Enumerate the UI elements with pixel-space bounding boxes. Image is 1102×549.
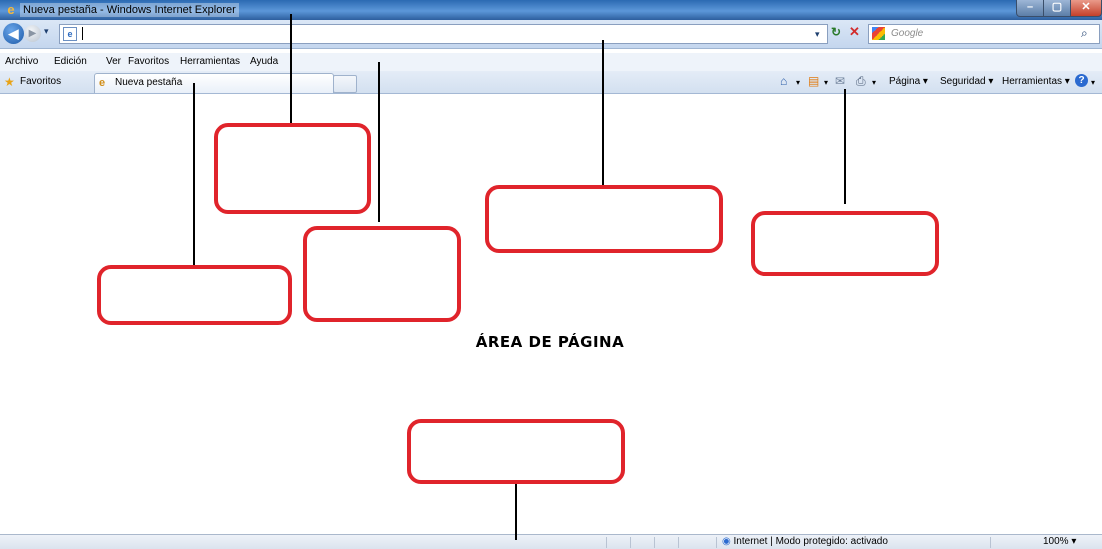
- leader-line-title: [290, 14, 292, 124]
- favorites-star-icon[interactable]: ★: [4, 75, 15, 89]
- menu-herramientas[interactable]: Herramientas: [180, 56, 240, 67]
- close-button[interactable]: ✕: [1070, 0, 1102, 17]
- search-input[interactable]: Google ⌕: [868, 24, 1100, 44]
- leader-line-commands: [844, 89, 846, 204]
- safety-menu-button[interactable]: Seguridad ▾: [940, 76, 993, 87]
- callout-box-menu-bar: [303, 226, 461, 322]
- tab-nueva-pestana[interactable]: e Nueva pestaña: [94, 73, 334, 93]
- maximize-button[interactable]: ▢: [1043, 0, 1071, 17]
- status-divider: [678, 537, 679, 548]
- back-button[interactable]: ◀: [3, 23, 24, 44]
- recent-pages-dropdown[interactable]: ▾: [44, 26, 49, 37]
- status-bar: ◉ Internet | Modo protegido: activado 10…: [0, 534, 1102, 549]
- tab-label: Nueva pestaña: [115, 77, 183, 88]
- home-dropdown-icon[interactable]: ▾: [796, 78, 800, 87]
- menu-bar: Archivo Edición Ver Favoritos Herramient…: [0, 53, 1102, 71]
- home-icon[interactable]: ⌂: [780, 74, 787, 88]
- status-divider: [630, 537, 631, 548]
- callout-box-address-bar: [485, 185, 723, 253]
- forward-button[interactable]: ▶: [24, 25, 41, 42]
- feeds-icon[interactable]: ▤: [808, 74, 819, 88]
- leader-line-status: [515, 484, 517, 540]
- minimize-button[interactable]: –: [1016, 0, 1044, 17]
- callout-box-command-bar: [751, 211, 939, 276]
- help-icon[interactable]: ?: [1075, 74, 1088, 87]
- page-menu-button[interactable]: Página ▾: [889, 76, 928, 87]
- refresh-icon[interactable]: ↻: [831, 25, 841, 39]
- google-logo-icon: [872, 27, 885, 40]
- print-dropdown-icon[interactable]: ▾: [872, 78, 876, 87]
- status-divider: [716, 537, 717, 548]
- page-area-label: ÁREA DE PÁGINA: [475, 333, 625, 351]
- search-placeholder: Google: [891, 28, 924, 39]
- help-dropdown-icon[interactable]: ▾: [1091, 78, 1095, 87]
- menu-favoritos[interactable]: Favoritos: [128, 56, 169, 67]
- leader-line-menu: [378, 62, 380, 222]
- search-icon[interactable]: ⌕: [1081, 26, 1088, 41]
- feeds-dropdown-icon[interactable]: ▾: [824, 78, 828, 87]
- address-bar[interactable]: e: [59, 24, 828, 44]
- print-icon[interactable]: ⎙: [856, 74, 866, 89]
- ie-logo-icon: e: [7, 2, 15, 17]
- navigation-bar: ◀ ▶ ▾ e ▾ ↻ ✕ Google ⌕: [0, 20, 1102, 49]
- window-title: Nueva pestaña - Windows Internet Explore…: [20, 3, 239, 17]
- menu-archivo[interactable]: Archivo: [5, 56, 38, 67]
- leader-line-address: [602, 40, 604, 186]
- security-zone[interactable]: ◉ Internet | Modo protegido: activado: [722, 536, 888, 547]
- callout-box-title-bar: [214, 123, 371, 214]
- mail-icon[interactable]: ✉: [835, 74, 845, 88]
- menu-edicion[interactable]: Edición: [54, 56, 87, 67]
- leader-line-favorites: [193, 83, 195, 266]
- tab-ie-icon: e: [99, 77, 106, 89]
- menu-ayuda[interactable]: Ayuda: [250, 56, 278, 67]
- new-tab-button[interactable]: [333, 75, 357, 93]
- globe-icon: ◉: [722, 536, 731, 547]
- stop-icon[interactable]: ✕: [849, 24, 860, 40]
- status-divider: [990, 537, 991, 548]
- zoom-level[interactable]: 100% ▾: [1043, 536, 1076, 547]
- callout-box-status-bar: [407, 419, 625, 484]
- title-bar: e Nueva pestaña - Windows Internet Explo…: [0, 0, 1102, 20]
- tools-menu-button[interactable]: Herramientas ▾: [1002, 76, 1070, 87]
- text-caret: [82, 27, 83, 40]
- favorites-bar: ★ Favoritos e Nueva pestaña ⌂ ▾ ▤ ▾ ✉ ⎙ …: [0, 71, 1102, 94]
- status-divider: [654, 537, 655, 548]
- callout-box-favorites-bar: [97, 265, 292, 325]
- status-divider: [606, 537, 607, 548]
- page-icon: e: [63, 27, 77, 41]
- menu-ver[interactable]: Ver: [106, 56, 121, 67]
- security-zone-text: Internet | Modo protegido: activado: [733, 536, 888, 547]
- address-dropdown-icon[interactable]: ▾: [815, 29, 820, 40]
- favorites-button[interactable]: Favoritos: [20, 76, 61, 87]
